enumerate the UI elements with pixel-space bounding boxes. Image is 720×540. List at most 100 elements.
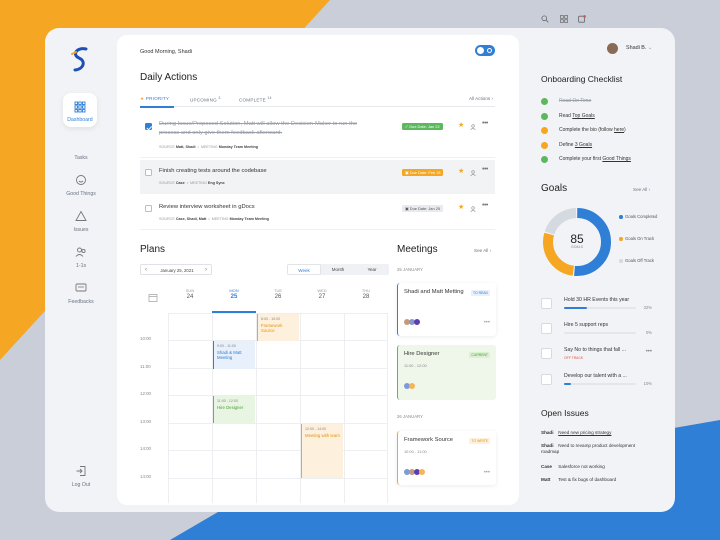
meeting-time: 10:00 - 11:00 <box>404 448 427 454</box>
user-icon[interactable] <box>470 170 476 176</box>
star-icon[interactable]: ★ <box>458 167 464 175</box>
meetings-title: Meetings <box>397 244 438 255</box>
sidebar-item-issues[interactable]: Issues <box>45 210 117 233</box>
task-checkbox[interactable] <box>145 123 152 130</box>
goals-see-all-link[interactable]: See All › <box>633 187 650 192</box>
briefcase-icon <box>541 323 552 334</box>
user-avatar[interactable] <box>607 43 618 54</box>
chevron-right-icon[interactable]: › <box>205 266 207 274</box>
day-header-today: MON 25 <box>212 288 256 313</box>
logout-button[interactable]: Log Out <box>45 465 117 488</box>
star-icon[interactable]: ★ <box>458 203 464 211</box>
meeting-card[interactable]: Shadi and Matt Metting TO READ ••• <box>397 283 496 336</box>
task-title: During Issue/Proposed Solution, Matt wil… <box>159 121 358 136</box>
meetings-see-all-link[interactable]: See All › <box>474 248 491 253</box>
more-icon[interactable]: ••• <box>484 470 490 476</box>
sidebar-item-good-things[interactable]: Good Things <box>45 174 117 197</box>
task-row[interactable]: During Issue/Proposed Solution, Matt wil… <box>140 114 495 158</box>
task-meta: SOURCE Case • MEETING Eng Sync <box>159 181 225 185</box>
app-logo-icon <box>71 47 88 72</box>
more-icon[interactable]: ••• <box>482 166 488 173</box>
sidebar-item-label: Dashboard <box>67 117 93 123</box>
time-label: 10:00 <box>140 336 151 341</box>
task-row[interactable]: Finish creating tests around the codebas… <box>140 160 495 194</box>
checklist-item[interactable]: Complete your first Good Things <box>559 156 631 162</box>
calendar-event[interactable]: 11:00 - 12:00 Hire Designer <box>213 396 255 423</box>
more-icon[interactable]: ••• <box>482 120 488 127</box>
task-checkbox[interactable] <box>145 169 152 176</box>
goal-item[interactable]: Develop our talent with a ... 10% <box>541 373 656 395</box>
tab-complete[interactable]: COMPLETE 14 <box>239 96 272 103</box>
checklist-item[interactable]: Complete the bio (follow here) <box>559 127 626 133</box>
sidebar-item-1-1s[interactable]: 1-1s <box>45 246 117 269</box>
checklist-item[interactable]: Define 3 Goals <box>559 142 592 148</box>
theme-toggle[interactable] <box>475 45 495 56</box>
task-meta: SOURCE Case, Shadi, Matt • MEETING Monda… <box>159 217 269 221</box>
time-label: 11:00 <box>140 364 151 369</box>
meeting-card[interactable]: Hire Designer CURRENT 11:00 - 12:00 <box>397 345 496 400</box>
warning-icon <box>75 210 87 221</box>
user-name[interactable]: Shadi B. ⌄ <box>626 45 652 51</box>
issue-item[interactable]: Case Salesforce not working <box>541 464 651 470</box>
view-week[interactable]: Week <box>287 264 321 275</box>
sidebar-item-label: Good Things <box>66 191 96 197</box>
issue-item[interactable]: Shadi Need to revamp product development… <box>541 443 651 456</box>
sidebar-item-tasks[interactable]: Tasks <box>45 138 117 161</box>
meeting-title: Shadi and Matt Metting <box>404 289 464 295</box>
tab-upcoming[interactable]: UPCOMING 3 <box>190 96 221 103</box>
goal-item[interactable]: Hold 30 HR Events this year 32% <box>541 297 656 319</box>
task-title: Finish creating tests around the codebas… <box>159 168 267 174</box>
task-row[interactable]: Review interview worksheet in gDocs SOUR… <box>140 196 495 230</box>
smile-icon <box>76 175 86 185</box>
daily-actions-title: Daily Actions <box>140 72 198 83</box>
avatar <box>409 383 415 389</box>
date-picker[interactable]: ‹ January 25, 2021 › <box>140 264 212 275</box>
star-icon: ★ <box>140 96 145 101</box>
issue-item[interactable]: Matt Test & fix bugs of dashboard <box>541 477 651 483</box>
checklist-item[interactable]: Read Top Goals <box>559 113 595 119</box>
time-label: 14:00 <box>140 474 151 479</box>
view-year[interactable]: Year <box>355 264 389 275</box>
plans-title: Plans <box>140 244 166 255</box>
check-done-icon <box>541 98 548 105</box>
day-header: WED 27 <box>317 288 327 300</box>
sidebar-item-dashboard[interactable]: Dashboard <box>63 93 97 127</box>
goal-item[interactable]: Say No to things that fall ... OFF TRACK… <box>541 347 656 369</box>
logout-icon <box>76 466 86 476</box>
main-panel: Good Morning, Shadi Daily Actions ★ PRIO… <box>117 35 519 505</box>
checklist-item[interactable]: Read On Time <box>559 98 591 104</box>
time-label: 12:00 <box>140 391 151 396</box>
calendar-event[interactable]: 12:00 - 14:00 Meeting with team <box>301 424 343 478</box>
user-icon[interactable] <box>470 206 476 212</box>
sidebar-item-feedbacks[interactable]: Feedbacks <box>45 282 117 305</box>
time-label: 13:00 <box>140 419 151 424</box>
more-icon[interactable]: ••• <box>646 349 652 355</box>
calendar-event[interactable]: 8:00 - 10:00 Framework Source <box>257 314 299 341</box>
sidebar-item-label: 1-1s <box>75 263 87 269</box>
apps-icon[interactable] <box>560 15 568 23</box>
goals-total: 85 GOALS <box>570 232 584 249</box>
meeting-time: 11:00 - 12:00 <box>404 362 427 368</box>
tab-priority[interactable]: ★ PRIORITY <box>140 96 169 102</box>
more-icon[interactable]: ••• <box>482 202 488 209</box>
goal-item[interactable]: Hire 5 support reps 0% <box>541 322 656 344</box>
user-icon[interactable] <box>470 124 476 130</box>
calendar-event[interactable]: 9:00 - 11:00 Shadi & Matt Meeting <box>213 341 255 369</box>
sidebar-item-label: Tasks <box>74 155 88 161</box>
all-actions-link[interactable]: All Actions › <box>469 96 493 101</box>
meeting-card[interactable]: Framework Source TO WRITE 10:00 - 11:00 … <box>397 431 496 485</box>
meeting-title: Framework Source <box>404 437 453 443</box>
off-track-status: OFF TRACK <box>564 356 584 360</box>
notification-icon[interactable] <box>578 15 586 23</box>
day-header: THU 28 <box>361 288 371 300</box>
week-calendar: SUN 24 MON 25 TUE 26 WED 27 THU 28 10:00 11:0… <box>140 288 388 503</box>
search-icon[interactable] <box>541 15 549 23</box>
more-icon[interactable]: ••• <box>484 320 490 326</box>
lock-icon <box>541 348 552 359</box>
view-month[interactable]: Month <box>321 264 355 275</box>
star-icon[interactable]: ★ <box>458 121 464 129</box>
due-date-badge: ▣ Due Date: Feb 18 <box>402 169 444 176</box>
person-icon <box>541 374 552 385</box>
issue-item[interactable]: Shadi Need new pricing strategy <box>541 430 651 436</box>
task-checkbox[interactable] <box>145 205 152 212</box>
